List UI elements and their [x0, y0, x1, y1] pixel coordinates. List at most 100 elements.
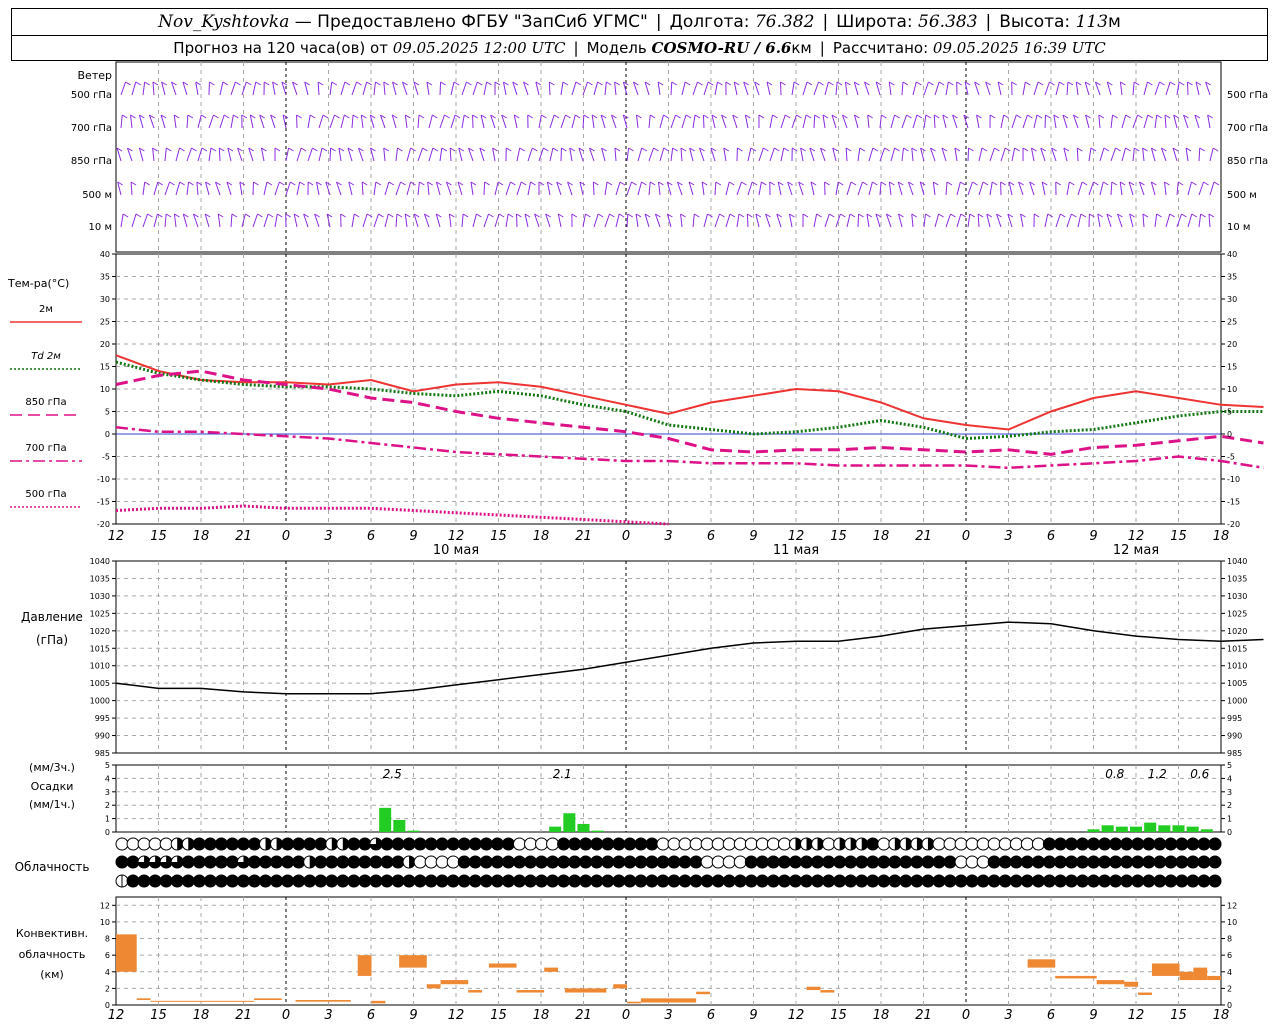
- conv-ytick-label: 2: [105, 984, 110, 993]
- wind-barb: [307, 147, 313, 162]
- conv-xtick-label: 18: [533, 1008, 550, 1023]
- wind-barb-feather: [816, 213, 822, 218]
- cloud-symbol: [446, 855, 460, 869]
- wind-barb: [1142, 213, 1145, 228]
- cloud-symbol: [634, 855, 648, 869]
- wind-barb: [723, 147, 727, 162]
- precip-ytick-label: 1: [105, 815, 110, 824]
- precip-bar: [1101, 825, 1114, 832]
- wind-barb-feather: [761, 181, 767, 186]
- wind-barb-feather: [375, 81, 381, 86]
- wind-barb: [316, 181, 320, 196]
- temp-xtick-label: 3: [1004, 529, 1012, 544]
- wind-barb: [670, 81, 673, 96]
- wind-barb: [274, 213, 278, 228]
- wind-barb: [152, 81, 155, 96]
- wind-barb-feather: [453, 81, 460, 86]
- cloud-symbol: [590, 837, 604, 851]
- wind-barb: [635, 213, 639, 228]
- conv-ytick-label: 8: [1227, 935, 1232, 944]
- wind-barb-feather: [806, 81, 813, 86]
- wind-barb-feather: [796, 114, 802, 119]
- temp-ytick-label: 30: [100, 295, 110, 304]
- cloud-symbol: [413, 855, 427, 869]
- wind-barb-feather: [1147, 81, 1153, 86]
- wind-barb: [1198, 181, 1204, 196]
- wind-barb-feather: [903, 147, 909, 152]
- wind-barb: [846, 213, 851, 228]
- wind-barb-feather: [715, 181, 722, 186]
- wind-barb-feather: [858, 213, 864, 218]
- cloud-symbol: [822, 855, 836, 869]
- cloud-symbol: [777, 874, 791, 888]
- wind-barb-feather: [191, 147, 197, 152]
- cloud-symbol: [1098, 874, 1112, 888]
- cloud-symbol: [590, 855, 604, 869]
- cloud-symbol: [656, 855, 670, 869]
- wind-barb: [351, 81, 358, 96]
- cloud-symbol: [1076, 874, 1090, 888]
- cloud-symbol: [877, 855, 891, 869]
- cloud-symbol: [1020, 855, 1034, 869]
- wind-barb-feather: [606, 181, 613, 186]
- temp-ytick-label: -20: [1227, 520, 1240, 529]
- wind-barb: [296, 181, 301, 196]
- cloud-symbol: [1120, 874, 1134, 888]
- wind-barb-feather: [649, 114, 656, 119]
- precip-total-label: 1.2: [1148, 767, 1167, 781]
- temp-ytick-label: -10: [1227, 475, 1240, 484]
- cloud-symbol: [1109, 855, 1123, 869]
- wind-barb: [614, 81, 617, 96]
- wind-barb: [1132, 114, 1139, 129]
- wind-barb: [593, 213, 599, 228]
- cloud-symbol: [667, 874, 681, 888]
- wind-barb: [1033, 114, 1038, 129]
- conv-cloud-bar: [1179, 971, 1194, 981]
- wind-barb-feather: [307, 181, 314, 186]
- wind-barb-feather: [751, 181, 758, 186]
- cloud-symbol: [347, 855, 361, 869]
- conv-cloud-bar: [627, 1001, 641, 1004]
- wind-barb: [142, 181, 146, 196]
- wind-barb: [164, 213, 167, 228]
- press-ytick-label: 995: [95, 714, 110, 723]
- wind-barb: [1165, 81, 1171, 96]
- precip-bar: [379, 807, 392, 832]
- wind-barb: [173, 114, 177, 129]
- wind-barb: [956, 181, 961, 196]
- wind-barb: [361, 181, 364, 196]
- wind-barb-feather: [1071, 213, 1077, 218]
- wind-barb: [604, 213, 610, 228]
- cloud-symbol: [402, 837, 416, 851]
- conv-cloud-bar: [136, 998, 151, 1001]
- cloud-symbol: [214, 855, 228, 869]
- wind-barb: [196, 181, 199, 196]
- wind-barb: [164, 181, 171, 196]
- wind-barb: [1055, 81, 1060, 96]
- wind-barb-feather: [614, 147, 621, 152]
- wind-barb-feather: [553, 114, 560, 119]
- cloud-symbol: [777, 855, 791, 869]
- cloud-symbol: [800, 874, 814, 888]
- wind-barb-feather: [397, 147, 403, 152]
- cloud-symbol: [214, 874, 228, 888]
- wind-barb-feather: [575, 81, 582, 86]
- wind-barb-feather: [152, 81, 159, 86]
- cloud-symbol: [1109, 874, 1123, 888]
- wind-barb-feather: [1098, 114, 1105, 119]
- conv-xtick-label: 12: [1128, 1008, 1145, 1023]
- wind-barb: [1209, 181, 1215, 196]
- wind-barb-feather: [1200, 213, 1206, 218]
- wind-barb: [714, 81, 718, 96]
- wind-barb-feather: [422, 147, 428, 152]
- conv-xtick-label: 15: [830, 1008, 847, 1023]
- wind-barb: [945, 213, 952, 228]
- wind-barb: [252, 81, 257, 96]
- wind-barb: [351, 213, 355, 228]
- wind-barb: [702, 114, 705, 129]
- wind-barb-feather: [653, 147, 659, 152]
- cloud-symbol: [722, 837, 736, 851]
- conv-xtick-label: 0: [962, 1008, 970, 1023]
- press-ytick-label: 985: [95, 749, 110, 758]
- precip-bar: [1158, 825, 1171, 832]
